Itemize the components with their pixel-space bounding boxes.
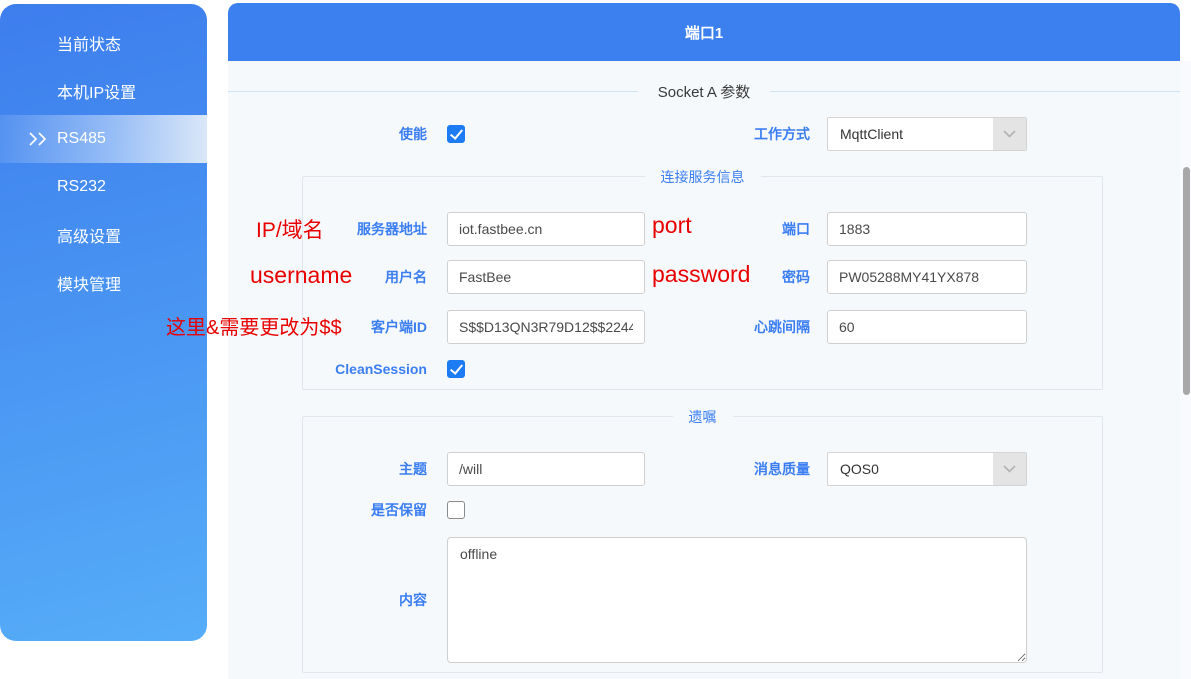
sidebar-item-label: 模块管理	[57, 271, 121, 295]
sidebar-item-label: 高级设置	[57, 223, 121, 247]
client-id-input[interactable]	[447, 310, 645, 344]
clean-session-label: CleanSession	[327, 352, 427, 386]
divider-line	[228, 91, 638, 92]
topic-input[interactable]	[447, 452, 645, 486]
work-mode-label: 工作方式	[710, 117, 810, 151]
annotation-password: password	[652, 261, 750, 288]
work-mode-select[interactable]: MqttClient	[827, 117, 1027, 151]
scrollbar-track[interactable]	[1180, 61, 1191, 679]
page-title: 端口1	[685, 22, 723, 43]
topic-label: 主题	[327, 452, 427, 486]
qos-select[interactable]: QOS0	[827, 452, 1027, 486]
sidebar-item-rs232[interactable]: RS232	[0, 163, 207, 211]
server-address-label: 服务器地址	[327, 212, 427, 246]
main-panel: 端口1 Socket A 参数 使能 工作方式 MqttClient 连接服务信…	[228, 3, 1180, 679]
connection-legend: 连接服务信息	[645, 167, 761, 187]
annotation-ip-domain: IP/域名	[256, 214, 324, 244]
scrollbar-thumb[interactable]	[1183, 167, 1190, 395]
sidebar-item-label: RS232	[57, 178, 106, 196]
socket-a-section-divider: Socket A 参数	[228, 83, 1180, 99]
username-input[interactable]	[447, 260, 645, 294]
annotation-client-id-note: 这里&需要更改为$$	[166, 311, 342, 340]
enable-checkbox[interactable]	[447, 125, 465, 143]
work-mode-value: MqttClient	[828, 118, 993, 150]
sidebar-menu: 当前状态 本机IP设置 RS485 RS232 高级设置 模块管理	[0, 4, 207, 307]
sidebar-item-module[interactable]: 模块管理	[0, 259, 207, 307]
server-address-input[interactable]	[447, 212, 645, 246]
port-label: 端口	[710, 212, 810, 246]
sidebar-item-label: 本机IP设置	[57, 79, 136, 103]
chevron-down-icon[interactable]	[993, 453, 1026, 485]
content-label: 内容	[327, 583, 427, 617]
section-title: Socket A 参数	[638, 81, 771, 102]
sidebar-item-label: 当前状态	[57, 31, 121, 55]
content-textarea[interactable]: offline	[447, 537, 1027, 663]
annotation-username: username	[250, 262, 352, 289]
sidebar-item-local-ip[interactable]: 本机IP设置	[0, 67, 207, 115]
qos-value: QOS0	[828, 453, 993, 485]
sidebar-item-current-status[interactable]: 当前状态	[0, 19, 207, 67]
password-input[interactable]	[827, 260, 1027, 294]
port-header: 端口1	[228, 3, 1180, 61]
clean-session-checkbox[interactable]	[447, 360, 465, 378]
annotation-port: port	[652, 212, 692, 239]
will-legend: 遗嘱	[673, 407, 733, 427]
enable-label: 使能	[327, 117, 427, 151]
sidebar-item-rs485[interactable]: RS485	[0, 115, 207, 163]
chevron-down-icon[interactable]	[993, 118, 1026, 150]
sidebar-item-advanced[interactable]: 高级设置	[0, 211, 207, 259]
heartbeat-label: 心跳间隔	[710, 310, 810, 344]
double-chevron-right-icon	[28, 132, 50, 151]
sidebar-item-label: RS485	[57, 130, 106, 148]
divider-line	[770, 91, 1180, 92]
heartbeat-input[interactable]	[827, 310, 1027, 344]
retain-label: 是否保留	[327, 493, 427, 527]
client-id-label: 客户端ID	[327, 310, 427, 344]
port-input[interactable]	[827, 212, 1027, 246]
qos-label: 消息质量	[710, 452, 810, 486]
retain-checkbox[interactable]	[447, 501, 465, 519]
